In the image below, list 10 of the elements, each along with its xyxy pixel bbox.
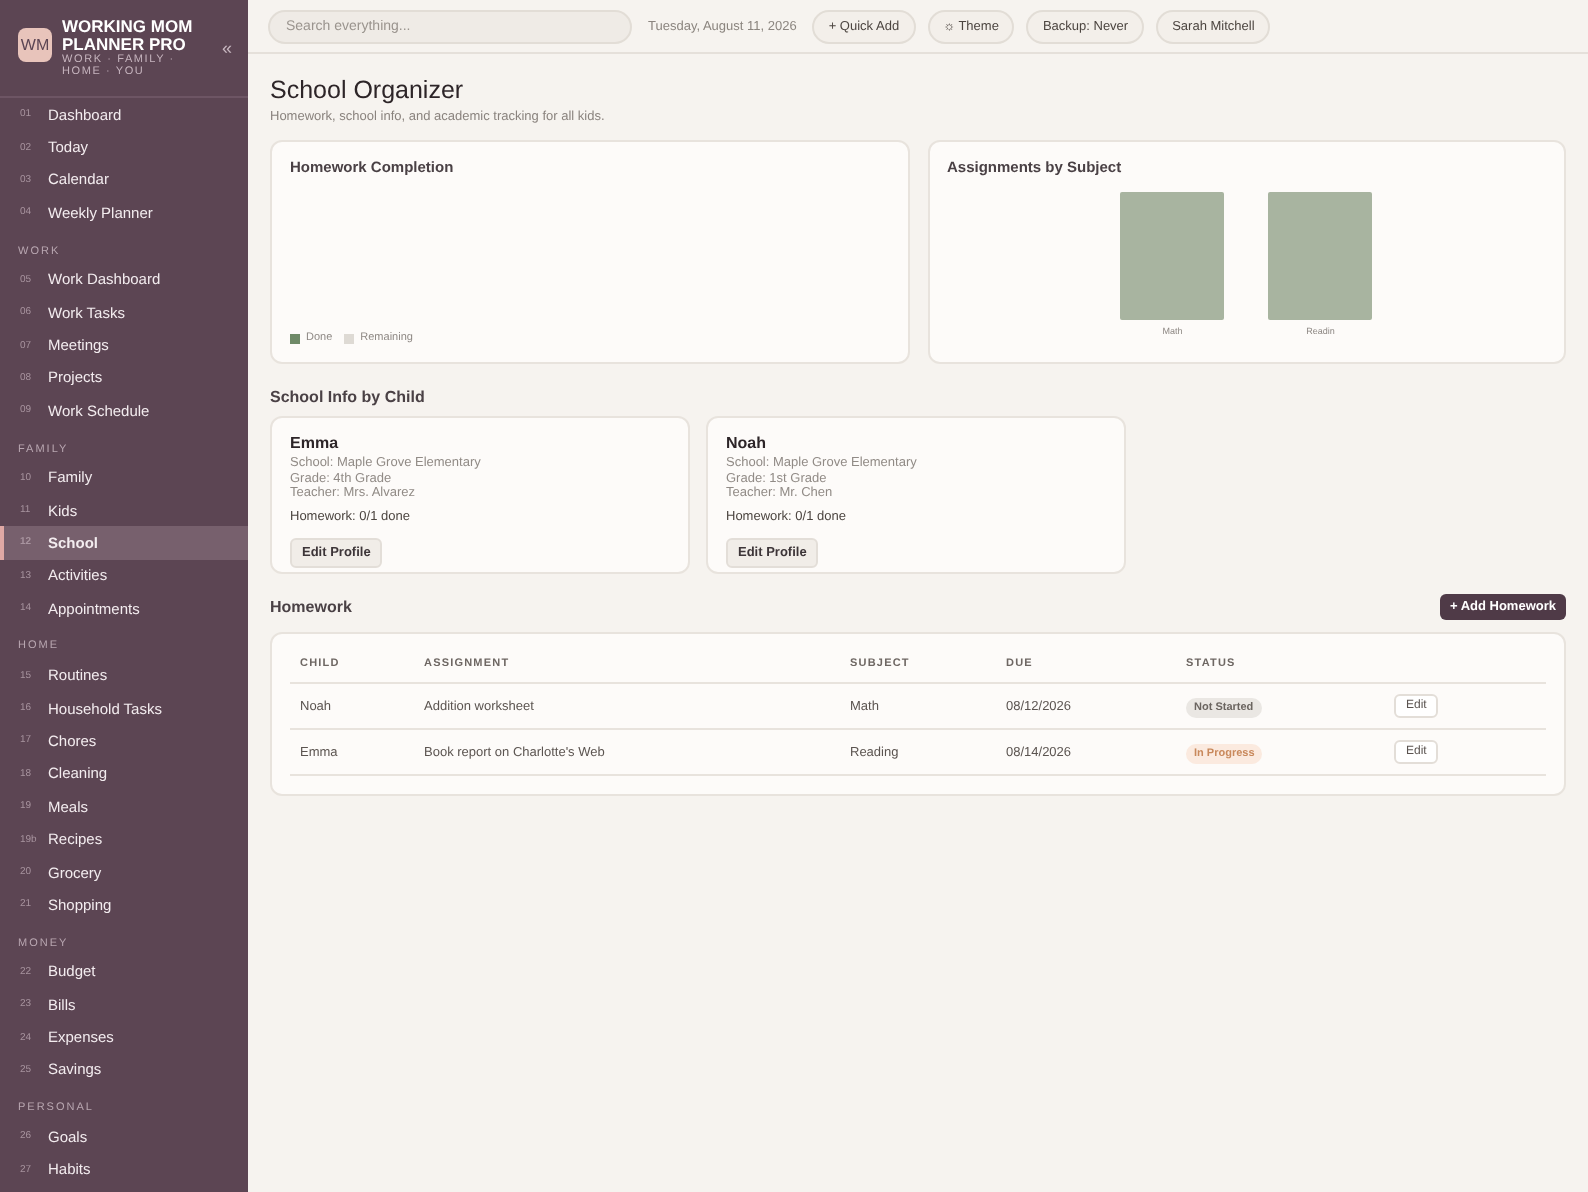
section-title: School Info by Child xyxy=(270,388,427,406)
child-name: Noah xyxy=(726,434,768,452)
logo-badge: WM xyxy=(18,28,52,62)
collapse-button[interactable]: « xyxy=(221,38,232,58)
section-title: Homework xyxy=(270,598,352,616)
app-title: WORKING MOM PLANNER PRO xyxy=(62,18,195,54)
page-title: School Organizer xyxy=(270,76,466,104)
chart-bar xyxy=(1120,192,1225,320)
child-name: Emma xyxy=(290,434,341,452)
chart-bar xyxy=(1268,192,1373,320)
